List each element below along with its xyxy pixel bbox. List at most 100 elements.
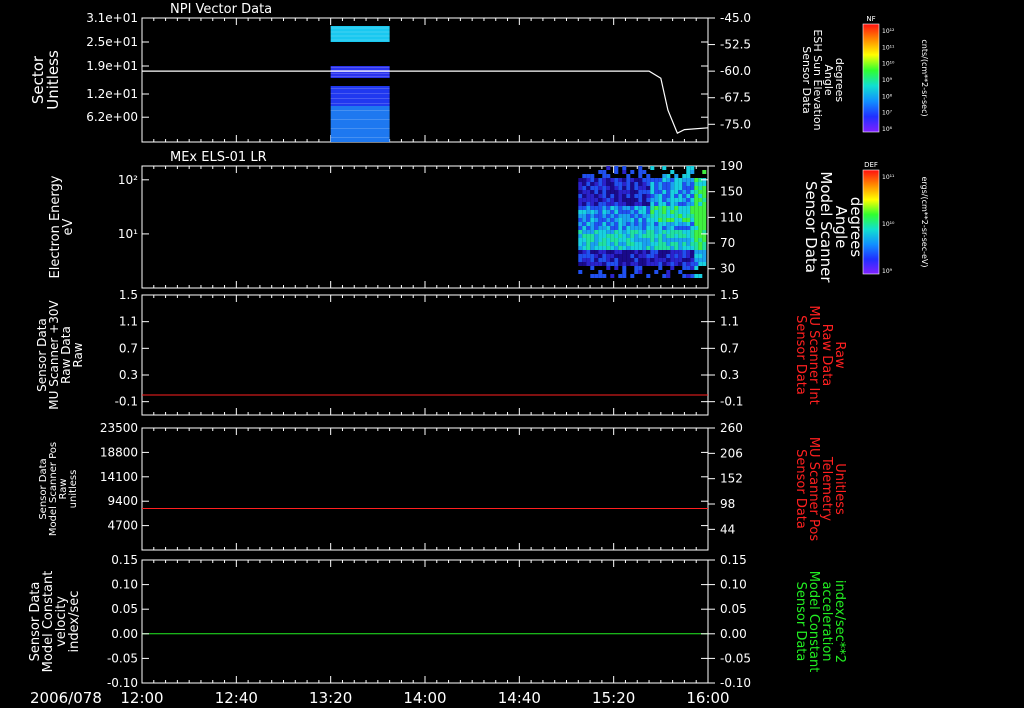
spectrogram-cell <box>642 238 647 242</box>
spectrogram-cell <box>598 246 603 250</box>
spectrogram-cell <box>666 222 671 226</box>
spectrogram-cell <box>686 218 691 222</box>
spectrogram-cell <box>626 194 631 198</box>
spectrogram-cell <box>694 210 699 214</box>
spectrogram-cell <box>642 210 647 214</box>
spectrogram-cell <box>658 258 663 262</box>
spectrogram-cell <box>598 214 603 218</box>
spectrogram-cell <box>670 230 675 234</box>
colorbar-tick-label: 10⁸ <box>882 93 893 100</box>
spectrogram-cell <box>594 262 599 266</box>
right-axis-label: Raw Data <box>819 324 834 387</box>
spectrogram-cell <box>594 222 599 226</box>
spectrogram-cell <box>666 198 671 202</box>
spectrogram-cell <box>666 230 671 234</box>
spectrogram-cell <box>614 210 619 214</box>
spectrogram-cell <box>642 230 647 234</box>
spectrogram-cell <box>678 190 683 194</box>
spectrogram-cell <box>634 190 639 194</box>
spectrogram-cell <box>586 186 591 190</box>
spectrogram-cell <box>698 222 703 226</box>
spectrogram-cell <box>694 250 699 254</box>
spectrogram-cell <box>578 242 583 246</box>
spectrogram-cell <box>674 202 679 206</box>
spectrogram-cell <box>598 202 603 206</box>
spectrogram-cell <box>610 258 615 262</box>
spectrogram-cell <box>666 238 671 242</box>
spectrogram-cell <box>678 222 683 226</box>
right-y-tick-label: 190 <box>720 159 743 173</box>
spectrogram-cell <box>654 226 659 230</box>
spectrogram-cell <box>670 258 675 262</box>
spectrogram-cell <box>590 274 595 278</box>
spectrogram-cell <box>646 174 651 178</box>
spectrogram-cell <box>606 226 611 230</box>
right-y-tick-label: -0.10 <box>720 676 751 690</box>
right-axis-label: MU Scanner Pos <box>806 437 821 542</box>
spectrogram-cell <box>614 242 619 246</box>
right-y-tick-label: 44 <box>720 522 735 536</box>
spectrogram-cell <box>698 262 703 266</box>
spectrogram-cell <box>694 218 699 222</box>
spectrogram-cell <box>630 246 635 250</box>
spectrogram-cell <box>630 222 635 226</box>
spectrogram-cell <box>650 262 655 266</box>
spectrogram-cell <box>578 210 583 214</box>
spectrogram-cell <box>650 254 655 258</box>
spectrogram-cell <box>630 186 635 190</box>
spectrogram-cell <box>658 210 663 214</box>
spectrogram-cell <box>598 270 603 274</box>
spectrogram-cell <box>646 230 651 234</box>
y-tick-label: 0.05 <box>111 602 138 616</box>
spectrogram-cell <box>578 258 583 262</box>
right-y-tick-label: 0.15 <box>720 553 747 567</box>
spectrogram-cell <box>686 234 691 238</box>
spectrogram-cell <box>658 194 663 198</box>
spectrogram-cell <box>614 258 619 262</box>
spectrogram-cell <box>602 206 607 210</box>
spectrogram-cell <box>682 186 687 190</box>
spectrogram-cell <box>686 258 691 262</box>
spectrogram-cell <box>634 246 639 250</box>
colorbar-tick-label: 10⁷ <box>882 110 893 117</box>
right-axis-label: Unitless <box>832 463 847 515</box>
spectrogram-cell <box>618 254 623 258</box>
spectrogram-cell <box>642 190 647 194</box>
spectrogram-cell <box>598 186 603 190</box>
spectrogram-cell <box>666 182 671 186</box>
spectrogram-cell <box>630 226 635 230</box>
spectrogram-cell <box>674 198 679 202</box>
spectrogram-cell <box>586 262 591 266</box>
right-axis-label: MU Scanner Int <box>806 305 821 404</box>
spectrogram-cell <box>610 206 615 210</box>
spectrogram-cell <box>594 178 599 182</box>
spectrogram-cell <box>602 182 607 186</box>
spectrogram-cell <box>622 218 627 222</box>
spectrogram-cell <box>598 230 603 234</box>
spectrogram-cell <box>650 186 655 190</box>
time-tick-label: 12:40 <box>215 689 258 707</box>
spectrogram-cell <box>642 250 647 254</box>
spectrogram-cell <box>614 262 619 266</box>
colorbar-DEF: DEF 10¹¹ 10¹⁰ 10⁹ ergs/(cm**2-sr-sec-eV) <box>862 161 929 275</box>
spectrogram-cell <box>682 222 687 226</box>
spectrogram-cell <box>694 226 699 230</box>
spectrogram-cell <box>590 218 595 222</box>
spectrogram-cell <box>586 194 591 198</box>
spectrogram-cell <box>698 246 703 250</box>
spectrogram-cell <box>610 210 615 214</box>
spectrogram-cell <box>614 266 619 270</box>
spectrogram-cell <box>638 166 643 170</box>
spectrogram-cell <box>634 222 639 226</box>
spectrogram-cell <box>686 174 691 178</box>
spectrogram-cell <box>586 258 591 262</box>
y-tick-label: -0.10 <box>107 676 138 690</box>
spectrogram-cell <box>606 186 611 190</box>
spectrogram-cell <box>682 274 687 278</box>
spectrogram-cell <box>646 258 651 262</box>
spectrogram-cell <box>614 186 619 190</box>
spectrogram-cell <box>630 182 635 186</box>
spectrogram-cell <box>670 186 675 190</box>
spectrogram-cell <box>590 178 595 182</box>
spectrogram-cell <box>678 210 683 214</box>
